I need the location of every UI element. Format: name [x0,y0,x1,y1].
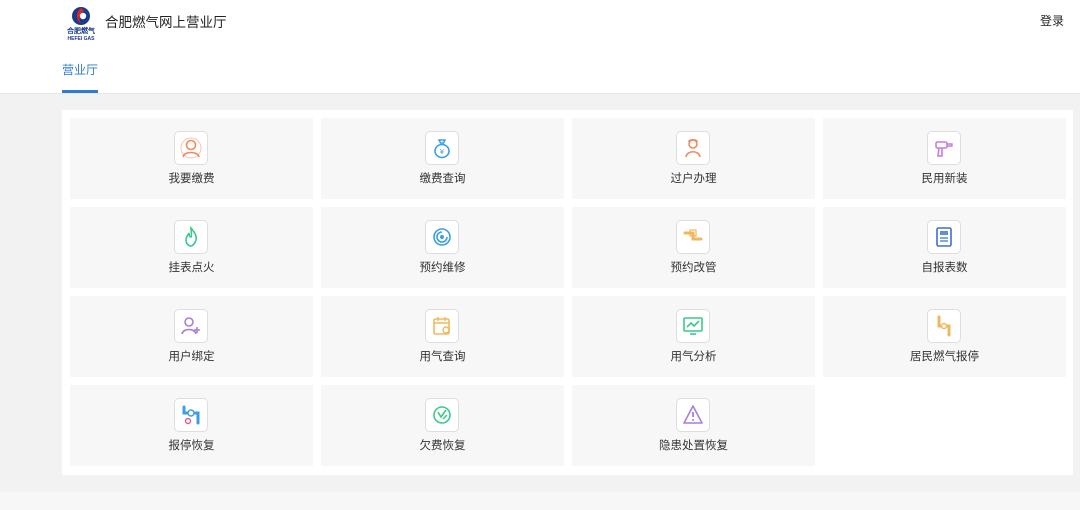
service-icon-frame [676,131,710,165]
service-icon-frame [927,220,961,254]
logo-subtext: HEFEI GAS [67,36,95,42]
service-label: 民用新装 [921,173,968,185]
service-label: 用气分析 [670,351,717,363]
service-icon-frame [425,220,459,254]
repair-swirl-icon [433,228,451,246]
flame-icon [185,225,198,247]
hazard-warning-icon [683,405,703,424]
service-tile[interactable]: 预约改管 [572,207,815,288]
service-tile[interactable]: 居民燃气报停 [823,296,1066,377]
login-link[interactable]: 登录 [1040,13,1064,29]
svg-text:¥: ¥ [440,148,445,156]
chart-monitor-icon [683,317,703,335]
service-tile[interactable]: 用户绑定 [70,296,313,377]
service-label: 欠费恢复 [419,440,466,452]
footer [0,492,1080,510]
service-label: 居民燃气报停 [910,351,979,363]
service-tile[interactable]: 隐患处置恢复 [572,385,815,466]
service-label: 预约维修 [419,262,466,274]
gas-stop-pipe-icon [937,315,951,337]
calendar-query-icon [433,317,450,335]
service-tile[interactable]: 欠费恢复 [321,385,564,466]
payment-person-icon [180,137,202,159]
service-label: 报停恢复 [168,440,215,452]
service-tile[interactable]: 挂表点火 [70,207,313,288]
service-icon-frame: ¥ [425,131,459,165]
service-panel: 我要缴费 ¥ 缴费查询 过户办理 民用新装挂表点火 预约维修 预约改管 自报表数用户绑定 用气查… [62,110,1073,475]
user-bind-icon [181,317,200,335]
service-icon-frame [174,220,208,254]
pipe-restore-icon [182,405,200,425]
logo-text: 合肥燃气 [67,28,95,35]
service-label: 用气查询 [419,351,466,363]
service-tile[interactable]: 报停恢复 [70,385,313,466]
drill-install-icon [935,141,953,157]
pipe-change-icon [683,229,703,241]
logo[interactable]: 合肥燃气 HEFEI GAS [62,4,100,42]
service-icon-frame [425,309,459,343]
service-tile[interactable]: ¥ 缴费查询 [321,118,564,199]
service-label: 自报表数 [921,262,968,274]
service-tile[interactable]: 用气分析 [572,296,815,377]
service-label: 过户办理 [670,173,717,185]
header: 合肥燃气 HEFEI GAS 合肥燃气网上营业厅 登录 营业厅 [0,0,1080,94]
service-tile[interactable]: 预约维修 [321,207,564,288]
service-icon-frame [174,309,208,343]
logo-icon [72,7,90,25]
transfer-person-icon [685,139,701,158]
service-label: 我要缴费 [168,173,215,185]
meter-reading-icon [936,227,952,247]
service-label: 缴费查询 [419,173,466,185]
service-label: 用户绑定 [168,351,215,363]
service-label: 隐患处置恢复 [659,440,728,452]
service-label: 挂表点火 [168,262,215,274]
service-tile[interactable]: 用气查询 [321,296,564,377]
service-tile[interactable]: 民用新装 [823,118,1066,199]
service-label: 预约改管 [670,262,717,274]
money-bag-icon: ¥ [434,139,450,159]
service-icon-frame [425,398,459,432]
service-tile[interactable]: 过户办理 [572,118,815,199]
service-icon-frame [676,309,710,343]
service-icon-frame [927,309,961,343]
tab-active-indicator [62,90,98,93]
service-tile[interactable]: 我要缴费 [70,118,313,199]
service-icon-frame [174,131,208,165]
service-icon-frame [676,398,710,432]
service-icon-frame [676,220,710,254]
service-tile[interactable]: 自报表数 [823,207,1066,288]
service-icon-frame [174,398,208,432]
arrears-restore-icon [433,406,451,424]
service-icon-frame [927,131,961,165]
site-title: 合肥燃气网上营业厅 [105,15,227,30]
tab-business-hall[interactable]: 营业厅 [62,62,98,78]
